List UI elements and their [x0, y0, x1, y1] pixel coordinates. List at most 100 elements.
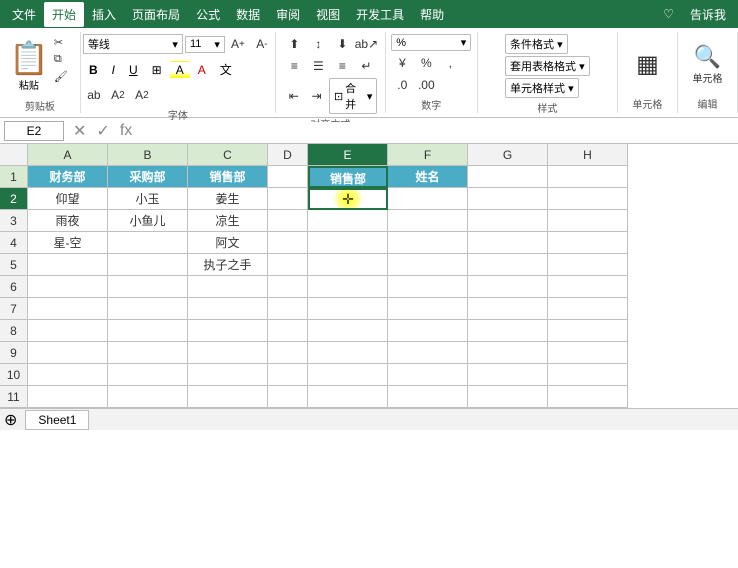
menu-review[interactable]: 审阅 [268, 2, 308, 27]
underline-button[interactable]: U [123, 61, 144, 79]
menu-data[interactable]: 数据 [228, 2, 268, 27]
cell-e2[interactable]: ✛ [308, 188, 388, 210]
cell-e7[interactable] [308, 298, 388, 320]
cell-g8[interactable] [468, 320, 548, 342]
row-header-4[interactable]: 4 [0, 232, 28, 254]
cell-f10[interactable] [388, 364, 468, 386]
cell-d9[interactable] [268, 342, 308, 364]
col-header-c[interactable]: C [188, 144, 268, 166]
menu-formula[interactable]: 公式 [188, 2, 228, 27]
cell-a1[interactable]: 财务部 [28, 166, 108, 188]
sheet-tab-1[interactable]: Sheet1 [25, 410, 89, 430]
confirm-formula-btn[interactable]: ✓ [91, 121, 114, 141]
cell-b5[interactable] [108, 254, 188, 276]
row-header-11[interactable]: 11 [0, 386, 28, 408]
search-button[interactable]: 🔍 单元格 [686, 34, 730, 94]
cell-h8[interactable] [548, 320, 628, 342]
row-header-1[interactable]: 1 [0, 166, 28, 188]
cell-b10[interactable] [108, 364, 188, 386]
cell-b6[interactable] [108, 276, 188, 298]
col-header-e[interactable]: E [308, 144, 388, 166]
cell-f5[interactable] [388, 254, 468, 276]
cell-f9[interactable] [388, 342, 468, 364]
cell-h4[interactable] [548, 232, 628, 254]
col-header-b[interactable]: B [108, 144, 188, 166]
cell-e11[interactable] [308, 386, 388, 408]
cell-c6[interactable] [188, 276, 268, 298]
cell-g2[interactable] [468, 188, 548, 210]
number-format-combo[interactable]: % ▾ [391, 34, 471, 51]
cell-d2[interactable] [268, 188, 308, 210]
cell-c7[interactable] [188, 298, 268, 320]
cell-h7[interactable] [548, 298, 628, 320]
cancel-formula-btn[interactable]: ✕ [68, 121, 91, 141]
text-angle-btn[interactable]: ab↗ [355, 34, 377, 54]
align-middle-btn[interactable]: ↕ [307, 34, 329, 54]
cell-c10[interactable] [188, 364, 268, 386]
cell-a5[interactable] [28, 254, 108, 276]
col-header-a[interactable]: A [28, 144, 108, 166]
align-bottom-btn[interactable]: ⬇ [331, 34, 353, 54]
comma-btn[interactable]: , [439, 53, 461, 73]
cell-a6[interactable] [28, 276, 108, 298]
cell-a11[interactable] [28, 386, 108, 408]
cell-f3[interactable] [388, 210, 468, 232]
cell-d10[interactable] [268, 364, 308, 386]
border-button[interactable]: ⊞ [146, 61, 168, 79]
font-decrease-btn[interactable]: A- [251, 34, 273, 54]
cell-g9[interactable] [468, 342, 548, 364]
menu-dev[interactable]: 开发工具 [348, 2, 412, 27]
strikethrough-btn[interactable]: ab [83, 85, 105, 105]
cell-d7[interactable] [268, 298, 308, 320]
cell-a8[interactable] [28, 320, 108, 342]
menu-tell-me[interactable]: 告诉我 [682, 2, 734, 27]
cell-e6[interactable] [308, 276, 388, 298]
cell-c5[interactable]: 执子之手 [188, 254, 268, 276]
cell-f11[interactable] [388, 386, 468, 408]
cell-b4[interactable] [108, 232, 188, 254]
cell-b7[interactable] [108, 298, 188, 320]
cell-b3[interactable]: 小鱼儿 [108, 210, 188, 232]
cell-g4[interactable] [468, 232, 548, 254]
cell-a9[interactable] [28, 342, 108, 364]
cell-b9[interactable] [108, 342, 188, 364]
cell-g1[interactable] [468, 166, 548, 188]
insert-function-btn[interactable]: fx [115, 122, 137, 140]
menu-view[interactable]: 视图 [308, 2, 348, 27]
align-left-btn[interactable]: ≡ [283, 56, 305, 76]
cell-d3[interactable] [268, 210, 308, 232]
row-header-6[interactable]: 6 [0, 276, 28, 298]
italic-button[interactable]: I [106, 61, 121, 79]
cell-d11[interactable] [268, 386, 308, 408]
cell-a10[interactable] [28, 364, 108, 386]
cell-e5[interactable] [308, 254, 388, 276]
cell-b1[interactable]: 采购部 [108, 166, 188, 188]
add-sheet-btn[interactable]: ⊕ [4, 410, 17, 430]
cell-f7[interactable] [388, 298, 468, 320]
menu-layout[interactable]: 页面布局 [124, 2, 188, 27]
row-header-8[interactable]: 8 [0, 320, 28, 342]
row-header-3[interactable]: 3 [0, 210, 28, 232]
cell-a3[interactable]: 雨夜 [28, 210, 108, 232]
subscript-btn[interactable]: A2 [107, 85, 129, 105]
bold-button[interactable]: B [83, 61, 104, 79]
cell-f2[interactable] [388, 188, 468, 210]
align-center-btn[interactable]: ☰ [307, 56, 329, 76]
font-name-combo[interactable]: 等线 ▾ [83, 34, 183, 54]
cell-e8[interactable] [308, 320, 388, 342]
cell-c2[interactable]: 姜生 [188, 188, 268, 210]
cell-a7[interactable] [28, 298, 108, 320]
cell-g6[interactable] [468, 276, 548, 298]
font-increase-btn[interactable]: A+ [227, 34, 249, 54]
percent-btn[interactable]: % [415, 53, 437, 73]
cell-d4[interactable] [268, 232, 308, 254]
cell-f8[interactable] [388, 320, 468, 342]
row-header-9[interactable]: 9 [0, 342, 28, 364]
cell-g7[interactable] [468, 298, 548, 320]
cell-g10[interactable] [468, 364, 548, 386]
cell-h1[interactable] [548, 166, 628, 188]
cell-e1[interactable]: 销售部 [308, 166, 388, 188]
col-header-d[interactable]: D [268, 144, 308, 166]
cell-h9[interactable] [548, 342, 628, 364]
cut-button[interactable]: ✂ [50, 34, 72, 51]
